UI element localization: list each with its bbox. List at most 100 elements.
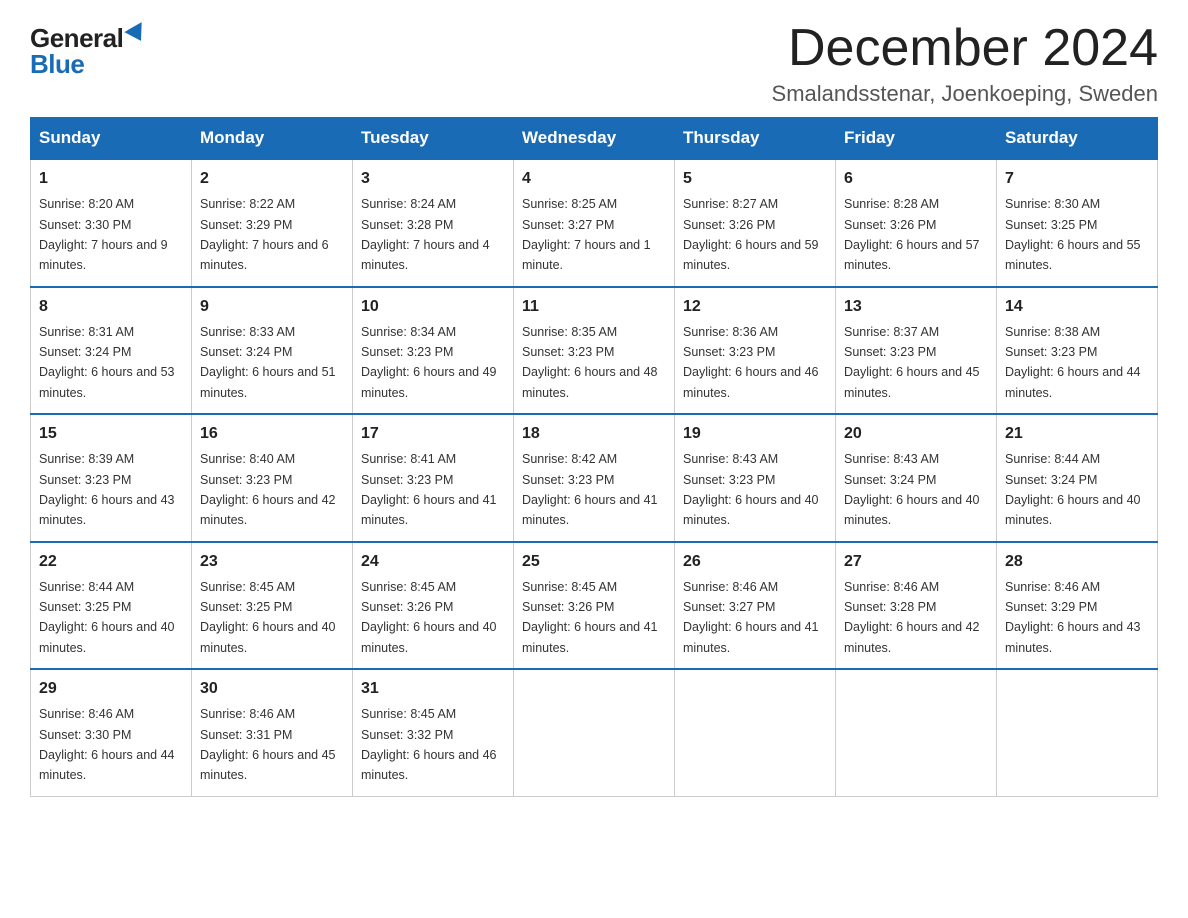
logo-triangle-icon (125, 22, 150, 46)
day-info: Sunrise: 8:22 AMSunset: 3:29 PMDaylight:… (200, 197, 329, 272)
day-info: Sunrise: 8:35 AMSunset: 3:23 PMDaylight:… (522, 325, 658, 400)
day-info: Sunrise: 8:25 AMSunset: 3:27 PMDaylight:… (522, 197, 651, 272)
calendar-cell: 31 Sunrise: 8:45 AMSunset: 3:32 PMDaylig… (353, 669, 514, 796)
day-number: 23 (200, 550, 344, 574)
day-number: 13 (844, 295, 988, 319)
day-number: 15 (39, 422, 183, 446)
day-info: Sunrise: 8:37 AMSunset: 3:23 PMDaylight:… (844, 325, 980, 400)
calendar-cell: 7 Sunrise: 8:30 AMSunset: 3:25 PMDayligh… (997, 159, 1158, 287)
calendar-header-row: SundayMondayTuesdayWednesdayThursdayFrid… (31, 118, 1158, 160)
calendar-cell (675, 669, 836, 796)
day-info: Sunrise: 8:44 AMSunset: 3:25 PMDaylight:… (39, 580, 175, 655)
day-info: Sunrise: 8:20 AMSunset: 3:30 PMDaylight:… (39, 197, 168, 272)
day-info: Sunrise: 8:46 AMSunset: 3:30 PMDaylight:… (39, 707, 175, 782)
title-block: December 2024 Smalandsstenar, Joenkoepin… (772, 20, 1158, 107)
day-info: Sunrise: 8:24 AMSunset: 3:28 PMDaylight:… (361, 197, 490, 272)
weekday-header-saturday: Saturday (997, 118, 1158, 160)
day-info: Sunrise: 8:46 AMSunset: 3:27 PMDaylight:… (683, 580, 819, 655)
day-info: Sunrise: 8:34 AMSunset: 3:23 PMDaylight:… (361, 325, 497, 400)
day-number: 21 (1005, 422, 1149, 446)
calendar-week-row: 22 Sunrise: 8:44 AMSunset: 3:25 PMDaylig… (31, 542, 1158, 670)
day-info: Sunrise: 8:36 AMSunset: 3:23 PMDaylight:… (683, 325, 819, 400)
day-number: 20 (844, 422, 988, 446)
calendar-cell: 14 Sunrise: 8:38 AMSunset: 3:23 PMDaylig… (997, 287, 1158, 415)
calendar-week-row: 29 Sunrise: 8:46 AMSunset: 3:30 PMDaylig… (31, 669, 1158, 796)
weekday-header-monday: Monday (192, 118, 353, 160)
day-number: 10 (361, 295, 505, 319)
calendar-cell: 5 Sunrise: 8:27 AMSunset: 3:26 PMDayligh… (675, 159, 836, 287)
calendar-cell: 22 Sunrise: 8:44 AMSunset: 3:25 PMDaylig… (31, 542, 192, 670)
day-number: 29 (39, 677, 183, 701)
day-number: 9 (200, 295, 344, 319)
day-info: Sunrise: 8:40 AMSunset: 3:23 PMDaylight:… (200, 452, 336, 527)
day-info: Sunrise: 8:42 AMSunset: 3:23 PMDaylight:… (522, 452, 658, 527)
day-number: 8 (39, 295, 183, 319)
day-number: 26 (683, 550, 827, 574)
day-number: 18 (522, 422, 666, 446)
calendar-cell: 20 Sunrise: 8:43 AMSunset: 3:24 PMDaylig… (836, 414, 997, 542)
calendar-cell: 3 Sunrise: 8:24 AMSunset: 3:28 PMDayligh… (353, 159, 514, 287)
day-number: 24 (361, 550, 505, 574)
calendar-week-row: 8 Sunrise: 8:31 AMSunset: 3:24 PMDayligh… (31, 287, 1158, 415)
day-number: 12 (683, 295, 827, 319)
calendar-cell: 17 Sunrise: 8:41 AMSunset: 3:23 PMDaylig… (353, 414, 514, 542)
day-number: 14 (1005, 295, 1149, 319)
day-number: 3 (361, 167, 505, 191)
logo-blue-text: Blue (30, 51, 84, 77)
day-number: 17 (361, 422, 505, 446)
weekday-header-friday: Friday (836, 118, 997, 160)
calendar-cell: 24 Sunrise: 8:45 AMSunset: 3:26 PMDaylig… (353, 542, 514, 670)
calendar-table: SundayMondayTuesdayWednesdayThursdayFrid… (30, 117, 1158, 797)
calendar-cell: 18 Sunrise: 8:42 AMSunset: 3:23 PMDaylig… (514, 414, 675, 542)
day-info: Sunrise: 8:46 AMSunset: 3:29 PMDaylight:… (1005, 580, 1141, 655)
day-number: 7 (1005, 167, 1149, 191)
calendar-cell: 23 Sunrise: 8:45 AMSunset: 3:25 PMDaylig… (192, 542, 353, 670)
calendar-cell: 6 Sunrise: 8:28 AMSunset: 3:26 PMDayligh… (836, 159, 997, 287)
calendar-cell: 13 Sunrise: 8:37 AMSunset: 3:23 PMDaylig… (836, 287, 997, 415)
day-number: 25 (522, 550, 666, 574)
day-number: 16 (200, 422, 344, 446)
day-info: Sunrise: 8:43 AMSunset: 3:24 PMDaylight:… (844, 452, 980, 527)
calendar-cell: 9 Sunrise: 8:33 AMSunset: 3:24 PMDayligh… (192, 287, 353, 415)
calendar-cell: 8 Sunrise: 8:31 AMSunset: 3:24 PMDayligh… (31, 287, 192, 415)
weekday-header-sunday: Sunday (31, 118, 192, 160)
day-info: Sunrise: 8:45 AMSunset: 3:25 PMDaylight:… (200, 580, 336, 655)
day-info: Sunrise: 8:30 AMSunset: 3:25 PMDaylight:… (1005, 197, 1141, 272)
calendar-cell (836, 669, 997, 796)
calendar-cell: 2 Sunrise: 8:22 AMSunset: 3:29 PMDayligh… (192, 159, 353, 287)
day-info: Sunrise: 8:31 AMSunset: 3:24 PMDaylight:… (39, 325, 175, 400)
calendar-cell: 28 Sunrise: 8:46 AMSunset: 3:29 PMDaylig… (997, 542, 1158, 670)
logo: General Blue (30, 20, 147, 77)
month-title: December 2024 (772, 20, 1158, 77)
day-info: Sunrise: 8:43 AMSunset: 3:23 PMDaylight:… (683, 452, 819, 527)
calendar-cell: 10 Sunrise: 8:34 AMSunset: 3:23 PMDaylig… (353, 287, 514, 415)
location-title: Smalandsstenar, Joenkoeping, Sweden (772, 81, 1158, 107)
day-number: 1 (39, 167, 183, 191)
calendar-cell: 1 Sunrise: 8:20 AMSunset: 3:30 PMDayligh… (31, 159, 192, 287)
day-info: Sunrise: 8:27 AMSunset: 3:26 PMDaylight:… (683, 197, 819, 272)
day-info: Sunrise: 8:28 AMSunset: 3:26 PMDaylight:… (844, 197, 980, 272)
weekday-header-thursday: Thursday (675, 118, 836, 160)
calendar-cell: 19 Sunrise: 8:43 AMSunset: 3:23 PMDaylig… (675, 414, 836, 542)
calendar-cell (997, 669, 1158, 796)
calendar-cell: 12 Sunrise: 8:36 AMSunset: 3:23 PMDaylig… (675, 287, 836, 415)
day-number: 28 (1005, 550, 1149, 574)
calendar-cell: 29 Sunrise: 8:46 AMSunset: 3:30 PMDaylig… (31, 669, 192, 796)
day-number: 19 (683, 422, 827, 446)
calendar-week-row: 1 Sunrise: 8:20 AMSunset: 3:30 PMDayligh… (31, 159, 1158, 287)
calendar-cell: 4 Sunrise: 8:25 AMSunset: 3:27 PMDayligh… (514, 159, 675, 287)
calendar-week-row: 15 Sunrise: 8:39 AMSunset: 3:23 PMDaylig… (31, 414, 1158, 542)
day-number: 4 (522, 167, 666, 191)
day-number: 5 (683, 167, 827, 191)
logo-general-text: General (30, 25, 123, 51)
day-info: Sunrise: 8:45 AMSunset: 3:26 PMDaylight:… (361, 580, 497, 655)
day-number: 6 (844, 167, 988, 191)
day-number: 11 (522, 295, 666, 319)
day-number: 2 (200, 167, 344, 191)
calendar-cell: 15 Sunrise: 8:39 AMSunset: 3:23 PMDaylig… (31, 414, 192, 542)
calendar-cell (514, 669, 675, 796)
weekday-header-tuesday: Tuesday (353, 118, 514, 160)
day-info: Sunrise: 8:38 AMSunset: 3:23 PMDaylight:… (1005, 325, 1141, 400)
calendar-cell: 11 Sunrise: 8:35 AMSunset: 3:23 PMDaylig… (514, 287, 675, 415)
day-number: 27 (844, 550, 988, 574)
